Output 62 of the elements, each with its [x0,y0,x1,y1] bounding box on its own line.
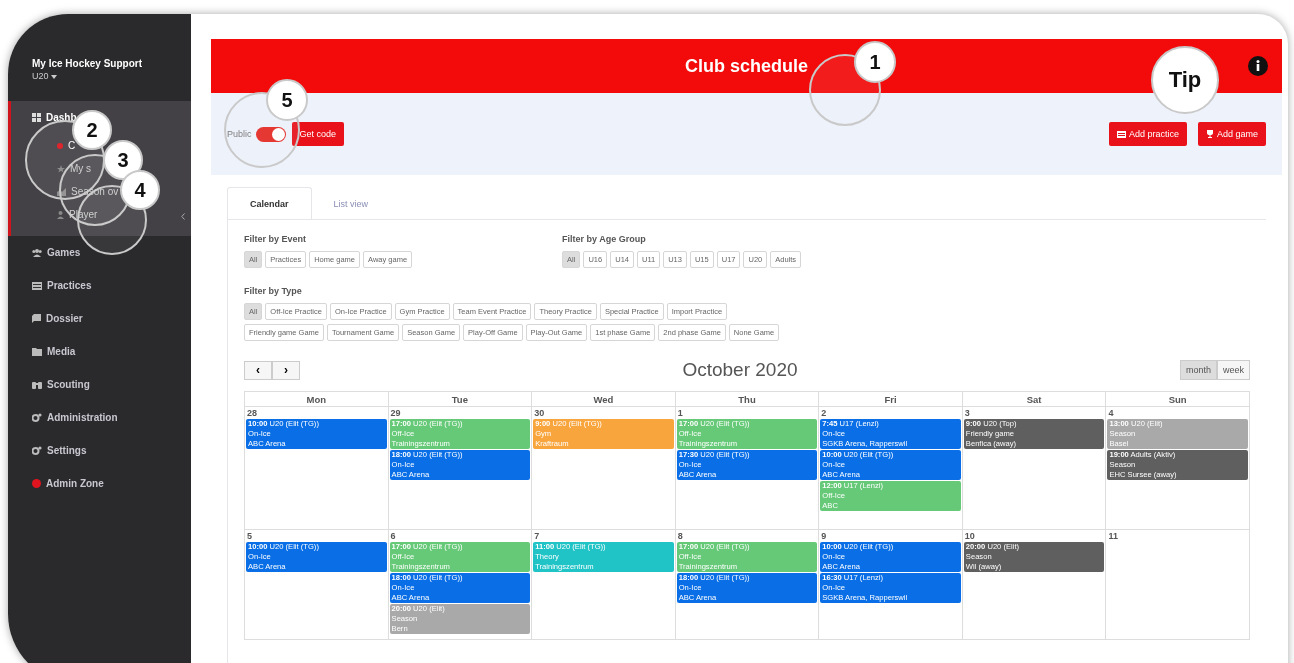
add-practice-button[interactable]: Add practice [1108,122,1187,146]
previous-button[interactable]: ‹ [244,360,272,380]
day-number: 8 [676,531,684,541]
view-toggle[interactable]: week [1216,360,1250,380]
public-label: Public [227,129,252,139]
app-name: My Ice Hockey Support [32,58,144,69]
weekday-header: Wed [532,392,676,407]
day-number: 3 [963,408,971,418]
day-number: 10 [963,531,976,541]
weekday-header: Thu [675,392,820,407]
sidebar-item[interactable]: Media [8,335,191,368]
circle-icon [57,142,63,149]
binoculars-icon [32,380,42,389]
sidebar-item[interactable]: Administration [8,401,191,434]
tab[interactable]: List view [311,187,391,220]
day-number: 1 [676,408,684,418]
weekday-header: Sun [1106,392,1250,407]
team-dropdown[interactable]: U20 [32,71,191,81]
sidebar-item[interactable]: Dossier [8,302,191,335]
next-button[interactable]: › [272,360,300,380]
day-number: 29 [389,408,402,418]
trophy-icon [1205,130,1214,138]
list-icon [1116,130,1126,138]
list-icon [32,281,42,290]
day-number: 4 [1107,408,1115,418]
person-icon [57,210,64,219]
caret-down-icon [51,75,57,79]
weekday-header: Fri [819,392,963,407]
sidebar-item[interactable]: Settings [8,434,191,467]
circle-icon [32,479,41,488]
group-icon [32,248,42,257]
add-game-button[interactable]: Add game [1197,122,1266,146]
info-icon[interactable] [1248,56,1268,76]
filter-title: Filter by Event [244,234,307,244]
day-number: 11 [1107,531,1119,541]
month-title: October 2020 [682,359,798,381]
grid-icon [32,113,41,122]
sidebar-item[interactable]: Games [8,236,191,269]
sidebar-item[interactable]: Scouting [8,368,191,401]
day-number: 2 [820,408,828,418]
page-title: Club schedule [685,55,808,77]
weekday-header: Sat [962,392,1107,407]
star-icon [57,164,65,173]
day-number: 6 [389,531,397,541]
get-code-button[interactable]: Get code [291,122,345,146]
sidebar-item[interactable]: Admin Zone [8,467,191,500]
view-toggle[interactable]: month [1179,360,1217,380]
day-number: 9 [820,531,828,541]
weekday-header: Mon [245,392,389,407]
folder-icon [32,347,42,356]
public-toggle[interactable] [255,126,286,142]
day-number: 5 [246,531,253,541]
chart-icon [57,187,66,196]
day-number: 7 [533,531,541,541]
day-number: 28 [246,408,258,418]
filter-title: Filter by Age Group [562,234,647,244]
weekday-header: Tue [388,392,533,407]
filter-title: Filter by Type [244,286,303,296]
day-number: 30 [533,408,546,418]
chevron-left-icon[interactable] [181,213,185,220]
sidebar-item[interactable]: Practices [8,269,191,302]
tab[interactable]: Calendar [227,187,312,220]
